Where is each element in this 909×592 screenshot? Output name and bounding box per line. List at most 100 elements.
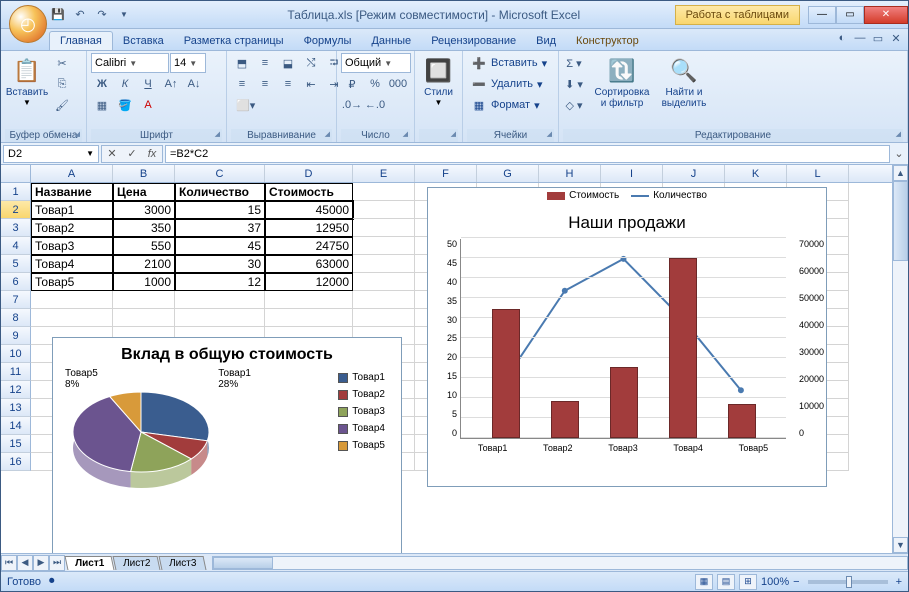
ribbon-tab[interactable]: Рецензирование bbox=[421, 32, 526, 50]
row-header[interactable]: 11 bbox=[1, 363, 31, 381]
row-header[interactable]: 14 bbox=[1, 417, 31, 435]
number-format-combo[interactable]: Общий▼ bbox=[341, 53, 411, 73]
row-header[interactable]: 10 bbox=[1, 345, 31, 363]
normal-view-button[interactable]: ▦ bbox=[695, 574, 713, 590]
vertical-scrollbar[interactable]: ▲ ▼ bbox=[892, 165, 908, 553]
grow-font-icon[interactable]: A↑ bbox=[160, 74, 182, 94]
cell[interactable]: 37 bbox=[175, 219, 265, 237]
macro-record-icon[interactable]: ⏺ bbox=[49, 575, 55, 588]
underline-button[interactable]: Ч bbox=[137, 74, 159, 94]
cell[interactable]: 45000 bbox=[265, 201, 353, 219]
page-layout-view-button[interactable]: ▤ bbox=[717, 574, 735, 590]
doc-close-button[interactable]: ✕ bbox=[888, 31, 904, 45]
cell[interactable] bbox=[175, 291, 265, 309]
paste-button[interactable]: 📋 Вставить ▼ bbox=[5, 53, 49, 109]
styles-button[interactable]: 🔲 Стили ▼ bbox=[419, 53, 458, 109]
column-header[interactable]: I bbox=[601, 165, 663, 182]
select-all-button[interactable] bbox=[1, 165, 31, 182]
cell[interactable]: Название bbox=[31, 183, 113, 201]
cell[interactable] bbox=[31, 291, 113, 309]
last-sheet-button[interactable]: ⏭ bbox=[49, 555, 65, 571]
ribbon-tab[interactable]: Вид bbox=[526, 32, 566, 50]
row-header[interactable]: 5 bbox=[1, 255, 31, 273]
cell[interactable]: 1000 bbox=[113, 273, 175, 291]
sheet-tab[interactable]: Лист3 bbox=[159, 556, 207, 570]
cell[interactable] bbox=[265, 291, 353, 309]
align-right-icon[interactable]: ≡ bbox=[277, 74, 299, 94]
cell[interactable] bbox=[353, 237, 415, 255]
maximize-button[interactable]: ▭ bbox=[836, 6, 864, 24]
cell[interactable]: Товар3 bbox=[31, 237, 113, 255]
qat-dropdown-icon[interactable]: ▼ bbox=[115, 6, 133, 24]
save-icon[interactable]: 💾 bbox=[49, 6, 67, 24]
formula-input[interactable]: =B2*C2 bbox=[165, 145, 890, 163]
italic-button[interactable]: К bbox=[114, 74, 136, 94]
column-header[interactable]: F bbox=[415, 165, 477, 182]
name-box[interactable]: D2▼ bbox=[3, 145, 99, 163]
format-cells-button[interactable]: ▦Формат ▾ bbox=[467, 95, 544, 115]
column-header[interactable]: B bbox=[113, 165, 175, 182]
expand-formula-bar-icon[interactable]: ⌄ bbox=[890, 147, 908, 160]
autosum-icon[interactable]: Σ ▾ bbox=[563, 53, 585, 73]
chart-pie[interactable]: Вклад в общую стоимость Товар58% Товар12… bbox=[52, 337, 402, 553]
undo-icon[interactable]: ↶ bbox=[71, 6, 89, 24]
percent-icon[interactable]: % bbox=[364, 74, 386, 94]
zoom-slider[interactable] bbox=[808, 580, 888, 584]
column-header[interactable]: E bbox=[353, 165, 415, 182]
redo-icon[interactable]: ↷ bbox=[93, 6, 111, 24]
first-sheet-button[interactable]: ⏮ bbox=[1, 555, 17, 571]
fx-icon[interactable]: fx bbox=[142, 146, 162, 162]
cell[interactable] bbox=[353, 291, 415, 309]
cell[interactable] bbox=[353, 219, 415, 237]
zoom-level[interactable]: 100% bbox=[761, 576, 789, 588]
cell[interactable]: 24750 bbox=[265, 237, 353, 255]
merge-cells-icon[interactable]: ⬜▾ bbox=[231, 95, 260, 115]
copy-icon[interactable]: ⎘ bbox=[51, 74, 73, 94]
font-size-combo[interactable]: 14▼ bbox=[170, 53, 206, 73]
cell[interactable] bbox=[353, 309, 415, 327]
cell[interactable] bbox=[353, 255, 415, 273]
align-middle-icon[interactable]: ≡ bbox=[254, 53, 276, 73]
column-header[interactable]: J bbox=[663, 165, 725, 182]
cell[interactable]: Товар4 bbox=[31, 255, 113, 273]
help-icon[interactable]: ◐ bbox=[834, 31, 850, 45]
increase-decimal-icon[interactable]: .0→ bbox=[341, 95, 363, 115]
insert-cells-button[interactable]: ➕Вставить ▾ bbox=[467, 53, 551, 73]
cell[interactable] bbox=[113, 309, 175, 327]
align-bottom-icon[interactable]: ⬓ bbox=[277, 53, 299, 73]
clear-icon[interactable]: ◇ ▾ bbox=[563, 95, 585, 115]
ribbon-tab[interactable]: Вставка bbox=[113, 32, 174, 50]
cell[interactable] bbox=[175, 309, 265, 327]
cell[interactable]: 350 bbox=[113, 219, 175, 237]
bold-button[interactable]: Ж bbox=[91, 74, 113, 94]
align-center-icon[interactable]: ≡ bbox=[254, 74, 276, 94]
column-header[interactable]: D bbox=[265, 165, 353, 182]
ribbon-tab[interactable]: Разметка страницы bbox=[174, 32, 294, 50]
currency-icon[interactable]: ₽ bbox=[341, 74, 363, 94]
row-header[interactable]: 16 bbox=[1, 453, 31, 471]
delete-cells-button[interactable]: ➖Удалить ▾ bbox=[467, 74, 547, 94]
align-top-icon[interactable]: ⬒ bbox=[231, 53, 253, 73]
fill-icon[interactable]: ⬇ ▾ bbox=[563, 74, 585, 94]
format-painter-icon[interactable]: 🖌 bbox=[51, 95, 73, 115]
cancel-formula-icon[interactable]: ✕ bbox=[102, 146, 122, 162]
comma-icon[interactable]: 000 bbox=[387, 74, 409, 94]
row-header[interactable]: 7 bbox=[1, 291, 31, 309]
page-break-view-button[interactable]: ⊞ bbox=[739, 574, 757, 590]
next-sheet-button[interactable]: ▶ bbox=[33, 555, 49, 571]
cell[interactable]: Товар5 bbox=[31, 273, 113, 291]
zoom-in-button[interactable]: + bbox=[896, 576, 902, 588]
sheet-tab[interactable]: Лист1 bbox=[65, 556, 115, 570]
close-button[interactable]: ✕ bbox=[864, 6, 908, 24]
cell[interactable] bbox=[31, 309, 113, 327]
cell[interactable]: 550 bbox=[113, 237, 175, 255]
office-button[interactable]: ◴ bbox=[9, 5, 47, 43]
cell[interactable]: 45 bbox=[175, 237, 265, 255]
row-header[interactable]: 8 bbox=[1, 309, 31, 327]
row-header[interactable]: 1 bbox=[1, 183, 31, 201]
cell[interactable]: 12 bbox=[175, 273, 265, 291]
cell[interactable] bbox=[353, 183, 415, 201]
cell[interactable]: 12000 bbox=[265, 273, 353, 291]
column-header[interactable]: A bbox=[31, 165, 113, 182]
align-left-icon[interactable]: ≡ bbox=[231, 74, 253, 94]
